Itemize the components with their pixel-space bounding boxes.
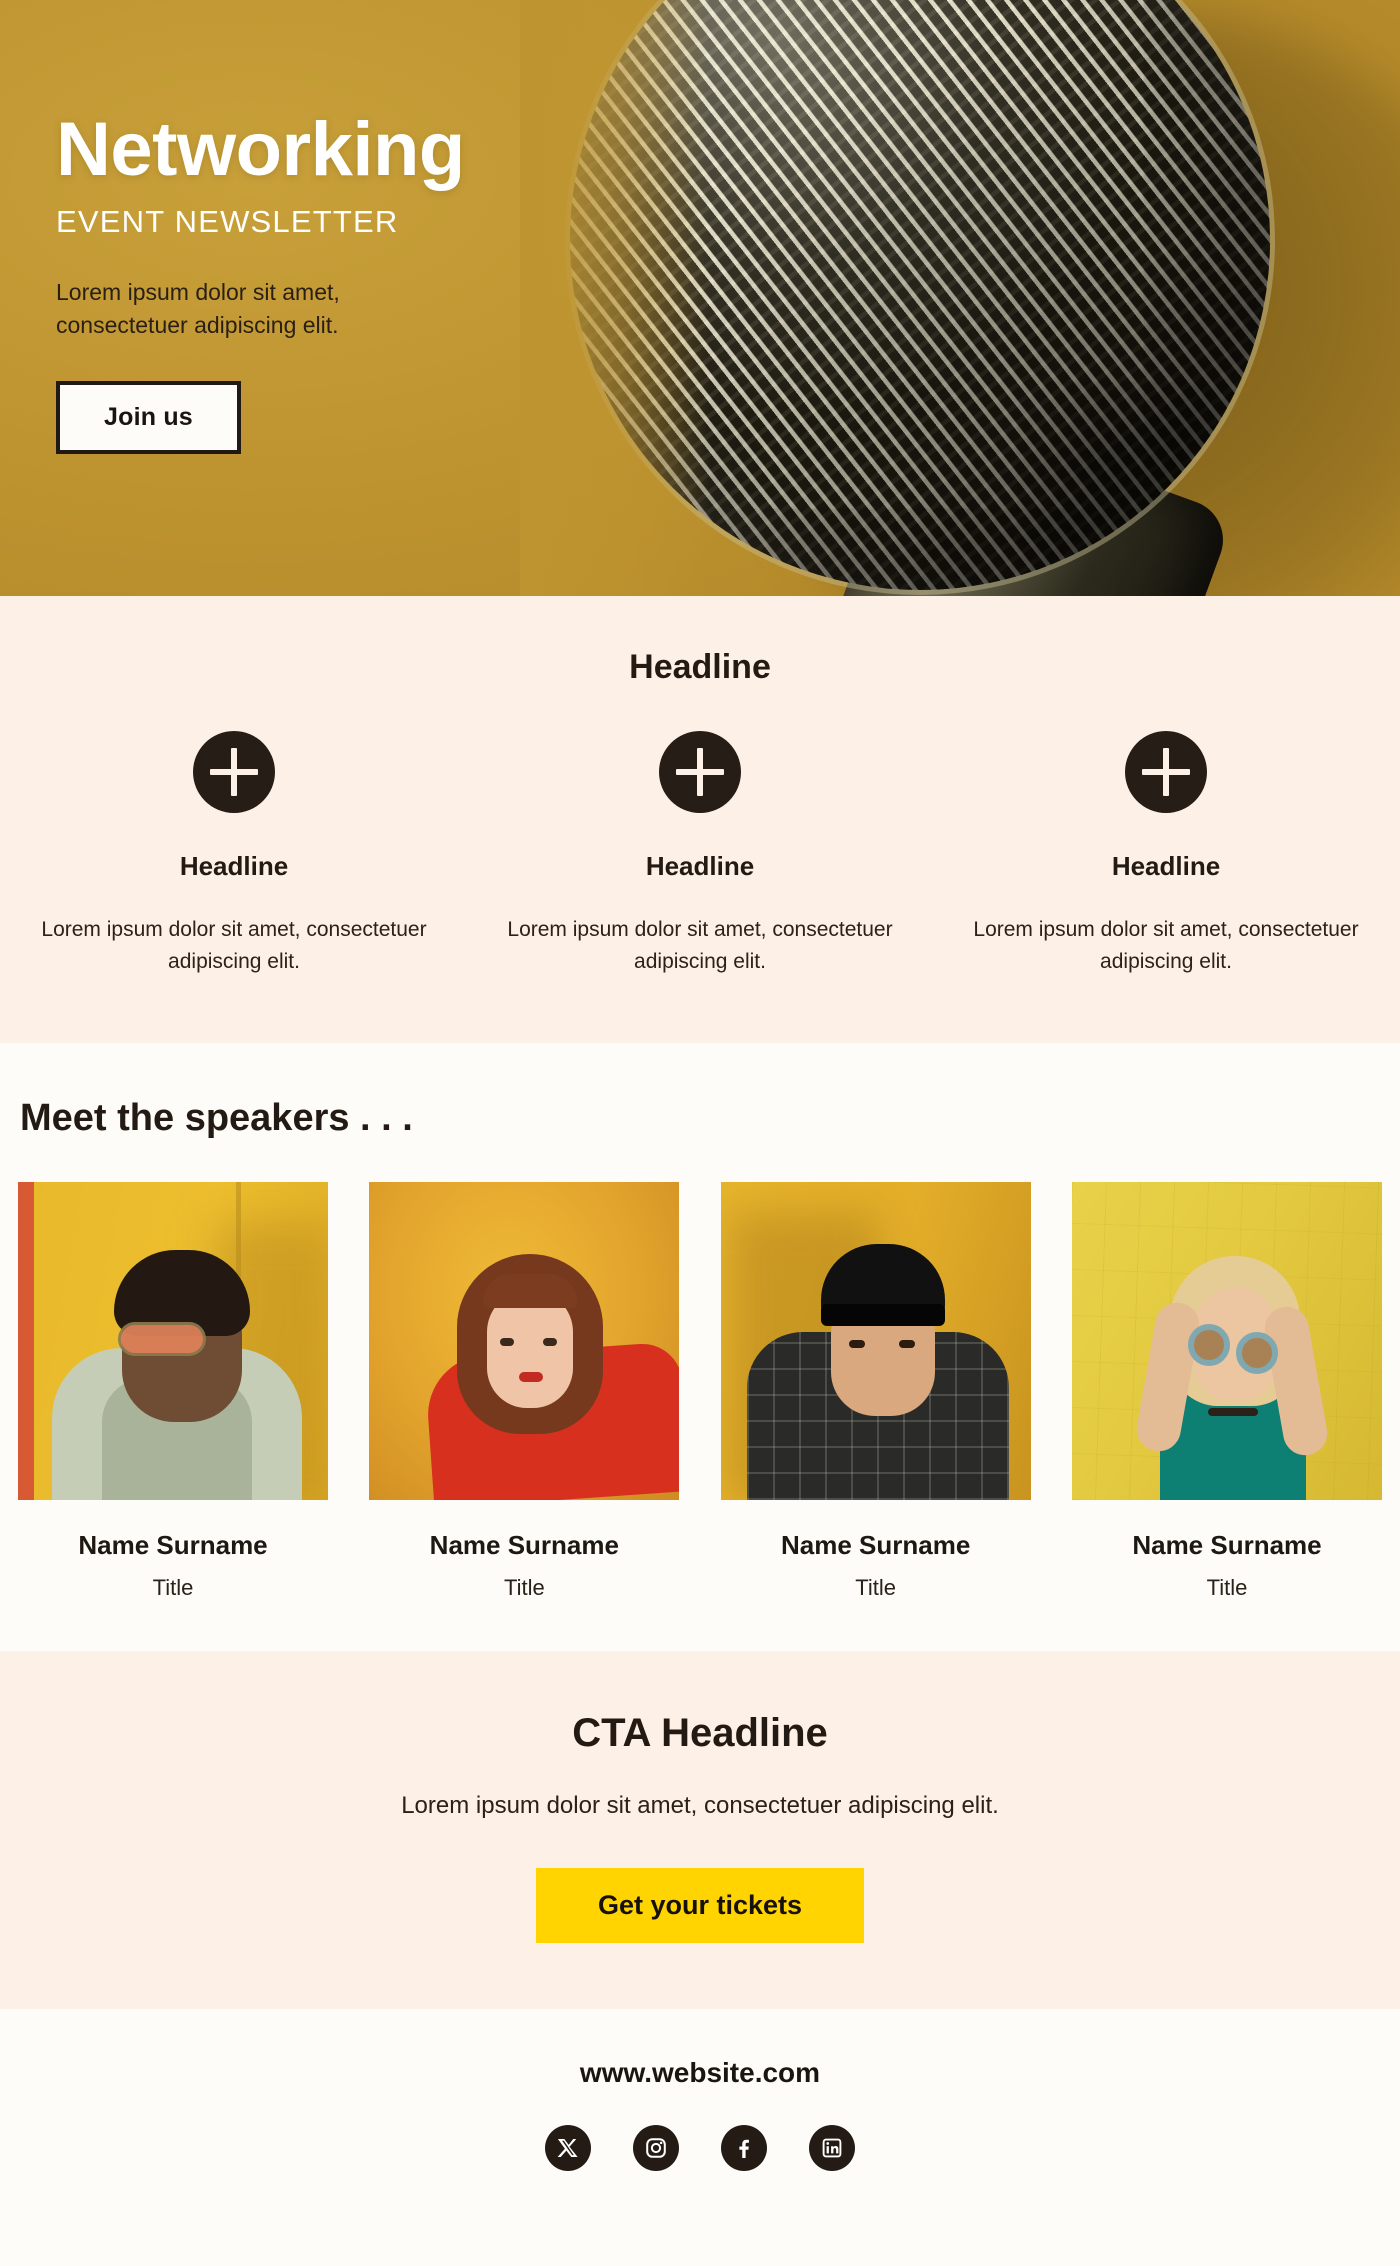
footer-section: www.website.com [0,2009,1400,2223]
plus-circle-icon[interactable] [193,731,275,813]
microphone-photo [560,0,1400,596]
feature-body-2: Lorem ipsum dolor sit amet, consectetuer… [507,918,893,973]
feature-title-2: Headline [645,851,755,881]
features-section: Headline Headline Lorem ipsum dolor sit … [0,596,1400,1043]
speaker-photo-2 [369,1182,680,1500]
website-url[interactable]: www.website.com [0,2057,1400,2089]
facebook-icon[interactable] [721,2125,767,2171]
speaker-photo-1 [18,1182,328,1500]
cta-section: CTA Headline Lorem ipsum dolor sit amet,… [0,1651,1400,2009]
x-twitter-icon[interactable] [545,2125,591,2171]
newsletter-page: Networking EVENT NEWSLETTER Lorem ipsum … [0,0,1400,2266]
speaker-name-1: Name Surname [78,1530,268,1560]
hero-title: Networking [56,107,465,192]
speakers-heading: Meet the speakers . . . [20,1097,413,1139]
instagram-icon[interactable] [633,2125,679,2171]
speaker-card-1[interactable]: Name Surname Title [18,1182,328,1601]
plus-circle-icon[interactable] [659,731,741,813]
join-us-button[interactable]: Join us [56,380,241,454]
features-heading: Headline [629,648,771,686]
cta-heading: CTA Headline [572,1711,828,1755]
social-links-row [0,2125,1400,2171]
speaker-name-4: Name Surname [1132,1530,1322,1560]
hero-section: Networking EVENT NEWSLETTER Lorem ipsum … [0,0,1400,596]
speaker-title-4: Title [1206,1575,1248,1600]
feature-column-3: Headline Lorem ipsum dolor sit amet, con… [933,731,1399,977]
hero-body-text: Lorem ipsum dolor sit amet, consectetuer… [56,279,340,339]
feature-body-1: Lorem ipsum dolor sit amet, consectetuer… [41,918,427,973]
speaker-photo-3 [720,1182,1031,1500]
feature-title-1: Headline [179,851,289,881]
hero-subtitle: EVENT NEWSLETTER [56,204,399,239]
feature-title-3: Headline [1111,851,1221,881]
feature-body-3: Lorem ipsum dolor sit amet, consectetuer… [973,918,1359,973]
cta-body-text: Lorem ipsum dolor sit amet, consectetuer… [401,1792,999,1819]
hero-content: Networking EVENT NEWSLETTER Lorem ipsum … [56,112,616,454]
speaker-card-4[interactable]: Name Surname Title [1071,1182,1382,1601]
speaker-card-2[interactable]: Name Surname Title [369,1182,680,1601]
speakers-section: Meet the speakers . . . Name Surname Tit… [0,1043,1400,1651]
linkedin-icon[interactable] [809,2125,855,2171]
feature-column-2: Headline Lorem ipsum dolor sit amet, con… [467,731,933,977]
speaker-photo-4 [1071,1182,1382,1500]
speaker-title-2: Title [503,1575,545,1600]
features-row: Headline Lorem ipsum dolor sit amet, con… [0,731,1400,977]
speaker-title-1: Title [152,1575,194,1600]
speaker-title-3: Title [855,1575,897,1600]
feature-column-1: Headline Lorem ipsum dolor sit amet, con… [1,731,467,977]
speaker-name-3: Name Surname [781,1530,971,1560]
get-your-tickets-button[interactable]: Get your tickets [535,1868,865,1943]
speakers-row: Name Surname Title Name Surname Title Na… [0,1182,1400,1601]
plus-circle-icon[interactable] [1125,731,1207,813]
speaker-name-2: Name Surname [429,1530,619,1560]
speaker-card-3[interactable]: Name Surname Title [720,1182,1031,1601]
